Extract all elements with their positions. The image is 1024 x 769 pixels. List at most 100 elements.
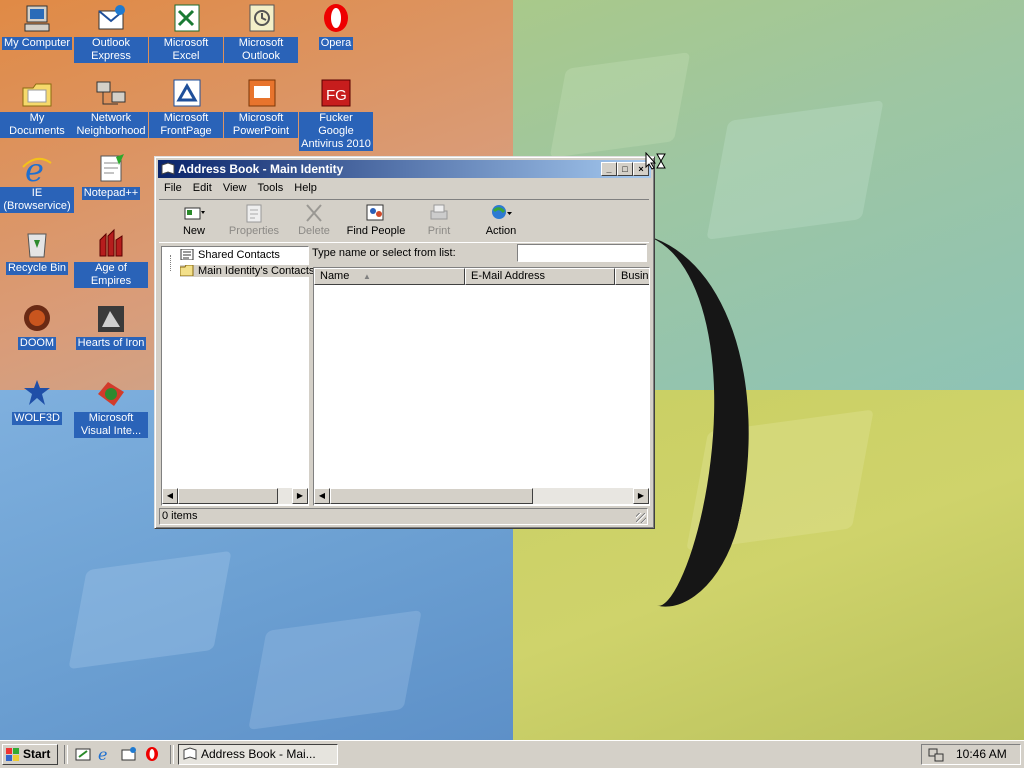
desktop-icon-label: Recycle Bin <box>5 262 69 275</box>
excel-icon <box>169 3 203 35</box>
find-people-label: Find People <box>346 225 406 237</box>
network-tray-icon[interactable] <box>928 747 944 769</box>
start-button[interactable]: Start <box>2 744 58 765</box>
address-book-icon <box>161 162 175 176</box>
tree-item-main-identity-contacts[interactable]: Main Identity's Contacts <box>179 264 317 277</box>
internet-explorer-icon: e <box>20 151 54 189</box>
taskbar-button-address-book[interactable]: Address Book - Mai... <box>178 744 338 765</box>
desktop-icon-outlook-express[interactable]: Outlook Express <box>74 3 148 63</box>
pane-splitter[interactable] <box>308 246 312 504</box>
desktop-icon-hearts-of-iron[interactable]: Hearts of Iron <box>74 303 148 350</box>
find-input[interactable] <box>517 244 647 262</box>
desktop-icon-label: Opera <box>318 37 354 50</box>
sort-ascending-icon: ▲ <box>363 272 371 281</box>
menu-tools[interactable]: Tools <box>254 180 288 196</box>
desktop-icon-wolf3d[interactable]: WOLF3D <box>0 378 74 425</box>
desktop-icon-age-of-empires[interactable]: Age of Empires <box>74 228 148 288</box>
desktop-icon-opera[interactable]: Opera <box>299 3 373 50</box>
address-book-icon <box>183 747 197 764</box>
delete-button[interactable]: Delete <box>291 202 337 240</box>
show-desktop-icon[interactable] <box>75 746 91 762</box>
svg-text:FG: FG <box>326 87 347 104</box>
column-label: E-Mail Address <box>471 270 545 282</box>
desktop-icon-label: Fucker Google Antivirus 2010 <box>299 112 373 151</box>
new-button[interactable]: New <box>171 202 217 240</box>
desktop-icon-recycle-bin[interactable]: Recycle Bin <box>0 228 74 275</box>
column-header-business-phone[interactable]: Business Phone <box>615 268 649 285</box>
menu-help[interactable]: Help <box>290 180 321 196</box>
frontpage-icon <box>169 78 203 110</box>
desktop-icon-microsoft-outlook[interactable]: Microsoft Outlook <box>224 3 298 63</box>
desktop-icon-label: Microsoft Excel <box>149 37 223 63</box>
column-header-email[interactable]: E-Mail Address <box>465 268 615 285</box>
desktop-icon-notepad-plus[interactable]: Notepad++ <box>74 153 148 200</box>
properties-icon <box>243 203 265 223</box>
properties-button[interactable]: Properties <box>225 202 283 240</box>
opera-icon[interactable] <box>144 746 160 762</box>
delete-label: Delete <box>298 225 330 237</box>
tree-line <box>170 255 172 271</box>
find-people-button[interactable]: Find People <box>345 202 407 240</box>
menu-view[interactable]: View <box>219 180 251 196</box>
desktop-icon-my-documents[interactable]: My Documents <box>0 78 74 138</box>
opera-icon <box>319 3 353 35</box>
list-horizontal-scrollbar[interactable]: ◀ ▶ <box>314 488 649 504</box>
status-text: 0 items <box>162 510 198 522</box>
find-label: Type name or select from list: <box>312 247 456 259</box>
print-button[interactable]: Print <box>419 202 459 240</box>
clock[interactable]: 10:46 AM <box>956 745 1007 764</box>
scroll-left-button[interactable]: ◀ <box>162 488 178 504</box>
maximize-button[interactable]: □ <box>617 162 633 176</box>
outlook-express-icon[interactable] <box>121 746 137 762</box>
doom-icon <box>20 303 54 335</box>
desktop-icon-label: Microsoft Outlook <box>224 37 298 63</box>
system-tray: 10:46 AM <box>921 744 1021 765</box>
new-contact-icon <box>183 203 205 223</box>
busy-cursor-icon <box>645 151 667 170</box>
antivirus-icon: FG <box>319 78 353 110</box>
svg-text:e: e <box>98 746 107 762</box>
desktop-icon-ie-browservice[interactable]: e IE (Browservice) <box>0 151 74 213</box>
contact-list[interactable]: Name ▲ E-Mail Address Business Phone ◀ ▶ <box>313 267 650 506</box>
taskbar: Start e Address Book - Mai... 10:46 AM <box>0 740 1024 768</box>
scroll-left-button[interactable]: ◀ <box>314 488 330 504</box>
recycle-bin-icon <box>20 228 54 260</box>
scroll-right-button[interactable]: ▶ <box>292 488 308 504</box>
tree-item-shared-contacts[interactable]: Shared Contacts <box>180 248 280 261</box>
internet-explorer-icon[interactable]: e <box>97 745 113 764</box>
print-label: Print <box>427 225 451 237</box>
tree-item-label: Shared Contacts <box>198 249 280 261</box>
desktop-icon-microsoft-visual-inte[interactable]: Microsoft Visual Inte... <box>74 378 148 438</box>
scroll-thumb[interactable] <box>330 488 533 504</box>
wallpaper-tile <box>706 100 884 240</box>
column-header-name[interactable]: Name ▲ <box>314 268 465 285</box>
scroll-right-button[interactable]: ▶ <box>633 488 649 504</box>
desktop-icon-fucker-google-antivirus[interactable]: FG Fucker Google Antivirus 2010 <box>299 78 373 151</box>
start-label: Start <box>23 747 51 761</box>
desktop-icon-my-computer[interactable]: My Computer <box>0 3 74 50</box>
folder-tree[interactable]: Shared Contacts Main Identity's Contacts… <box>161 246 317 506</box>
window-titlebar[interactable]: Address Book - Main Identity _ □ × <box>158 160 651 178</box>
desktop-icon-doom[interactable]: DOOM <box>0 303 74 350</box>
menu-edit[interactable]: Edit <box>189 180 216 196</box>
desktop-icon-microsoft-excel[interactable]: Microsoft Excel <box>149 3 223 63</box>
menu-file[interactable]: File <box>160 180 186 196</box>
desktop-icon-label: My Documents <box>0 112 74 138</box>
desktop-icon-network-neighborhood[interactable]: Network Neighborhood <box>74 78 148 138</box>
scroll-thumb[interactable] <box>178 488 278 504</box>
desktop-icon-microsoft-frontpage[interactable]: Microsoft FrontPage <box>149 78 223 138</box>
action-button[interactable]: Action <box>477 202 525 240</box>
menu-bar: File Edit View Tools Help <box>160 180 321 198</box>
desktop-icon-label: Microsoft Visual Inte... <box>74 412 148 438</box>
resize-grip[interactable] <box>636 513 646 523</box>
action-icon <box>490 203 512 223</box>
desktop-icon-label: Notepad++ <box>81 187 141 200</box>
tree-horizontal-scrollbar[interactable]: ◀ ▶ <box>162 488 308 504</box>
column-label: Business Phone <box>621 270 649 282</box>
minimize-button[interactable]: _ <box>601 162 617 176</box>
address-book-window: Address Book - Main Identity _ □ × File … <box>154 156 655 529</box>
find-people-icon <box>365 203 387 223</box>
new-label: New <box>182 225 205 237</box>
hearts-of-iron-icon <box>94 303 128 335</box>
desktop-icon-microsoft-powerpoint[interactable]: Microsoft PowerPoint <box>224 78 298 138</box>
